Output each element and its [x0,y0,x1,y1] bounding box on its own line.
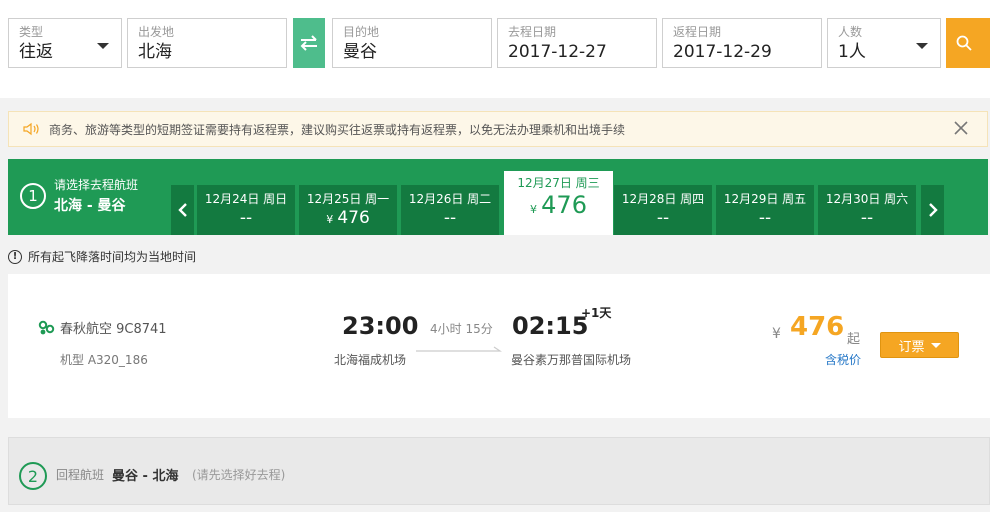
arrival-airport: 曼谷素万那普国际机场 [511,353,632,367]
return-date-field[interactable]: 返程日期 2017-12-29 [662,18,822,68]
flight-card: 春秋航空 9C8741 机型 A320_186 23:00 北海福成机场 4小时… [8,274,990,418]
departure-airport: 北海福成机场 [334,353,407,367]
airline-info: 春秋航空 9C8741 [38,318,167,337]
close-icon[interactable] [953,120,969,136]
visa-notice: 商务、旅游等类型的短期签证需要持有返程票，建议购买往返票或持有返程票，以免无法办… [8,111,988,147]
step-number: 2 [19,462,47,490]
outbound-route: 北海 - 曼谷 [54,198,126,214]
date-tab[interactable]: 12月28日 周四 -- [614,185,712,235]
next-day-badge: +1天 [581,306,612,320]
notice-text: 商务、旅游等类型的短期签证需要持有返程票，建议购买往返票或持有返程票，以免无法办… [49,122,626,137]
currency-symbol: ¥ [530,203,538,216]
date-tab[interactable]: 12月25日 周一 ¥ 476 [299,185,397,235]
date-tab[interactable]: 12月29日 周五 -- [716,185,814,235]
date-tab-date: 12月28日 周四 [621,192,705,206]
next-dates-button[interactable] [921,185,944,235]
search-bar: 类型 往返 出发地 北海 目的地 曼谷 去程日期 2017-12-27 返程日期… [0,0,990,98]
trip-type-label: 类型 [19,25,44,39]
tax-included-link[interactable]: 含税价 [825,351,861,368]
departure-time: 23:00 [342,312,419,340]
to-label: 目的地 [343,25,380,39]
chevron-down-icon [930,342,941,348]
passenger-select[interactable]: 人数 1人 [827,18,941,68]
depart-date-label: 去程日期 [508,25,557,39]
search-icon [956,35,972,51]
date-tab-date: 12月27日 周三 [517,176,600,190]
aircraft-model: 机型 A320_186 [60,353,148,367]
date-tab[interactable]: 12月30日 周六 -- [818,185,916,235]
from-value: 北海 [138,42,172,62]
step-number: 1 [20,183,46,209]
airline-logo-icon [38,320,55,334]
duration-arrow-icon [416,346,502,352]
swap-icon [300,35,317,51]
date-tab-date: 12月30日 周六 [825,192,909,206]
speaker-icon [23,122,39,136]
date-tab-date: 12月29日 周五 [723,192,807,206]
depart-date-value: 2017-12-27 [508,42,607,62]
depart-date-field[interactable]: 去程日期 2017-12-27 [497,18,657,68]
to-value: 曼谷 [343,42,377,62]
info-icon: ! [8,249,22,264]
to-field[interactable]: 目的地 曼谷 [332,18,492,68]
date-tab-selected[interactable]: 12月27日 周三 ¥ 476 [504,171,613,235]
swap-button[interactable] [293,18,325,68]
flight-price: 476 [790,312,845,342]
currency-symbol: ¥ [772,326,781,342]
outbound-date-bar: 1 请选择去程航班 北海 - 曼谷 12月24日 周日 -- 12月25日 周一… [8,159,988,235]
return-label: 回程航班 [56,468,105,482]
currency-symbol: ¥ [326,213,334,226]
date-tab[interactable]: 12月24日 周日 -- [197,185,295,235]
date-tab-date: 12月24日 周日 [204,192,288,206]
book-button[interactable]: 订票 [880,332,959,358]
price-suffix: 起 [847,332,861,347]
timezone-note: ! 所有起飞降落时间均为当地时间 [8,248,196,265]
date-tab[interactable]: 12月26日 周二 -- [401,185,499,235]
airline-name: 春秋航空 9C8741 [60,322,167,337]
date-tab-price: 476 [541,191,587,219]
search-button[interactable] [946,18,990,68]
date-tab-date: 12月26日 周二 [408,192,492,206]
return-date-value: 2017-12-29 [673,42,772,62]
from-field[interactable]: 出发地 北海 [127,18,287,68]
trip-type-select[interactable]: 类型 往返 [8,18,122,68]
date-tab-price: -- [758,208,772,228]
date-tab-price: -- [443,208,457,228]
book-button-label: 订票 [898,339,925,355]
chevron-right-icon [928,203,938,217]
timezone-note-text: 所有起飞降落时间均为当地时间 [28,250,197,264]
passenger-label: 人数 [838,25,863,39]
outbound-title: 请选择去程航班 [54,178,139,192]
prev-dates-button[interactable] [171,185,194,235]
date-tab-price: 476 [337,208,370,228]
return-date-label: 返程日期 [673,25,722,39]
return-route: 曼谷 - 北海 [112,469,179,484]
chevron-left-icon [177,203,187,217]
date-tab-price: -- [860,208,874,228]
date-tab-price: -- [656,208,670,228]
return-flight-section: 2 回程航班 曼谷 - 北海 (请先选择好去程) [8,437,990,505]
return-hint: (请先选择好去程) [192,468,286,482]
chevron-down-icon [916,43,928,49]
date-tab-price: -- [239,208,253,228]
arrival-time: 02:15 [512,312,589,340]
chevron-down-icon [97,43,109,49]
date-tab-date: 12月25日 周一 [306,192,390,206]
flight-duration: 4小时 15分 [430,322,493,336]
from-label: 出发地 [138,25,175,39]
